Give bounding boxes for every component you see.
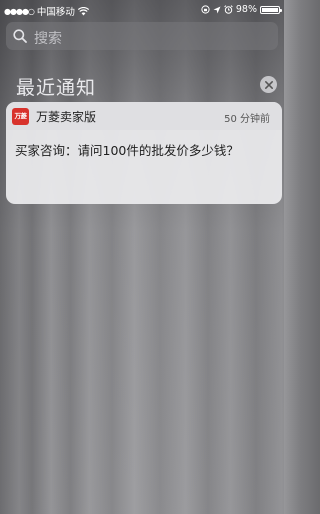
status-left: ●●●●○ 中国移动	[4, 4, 89, 18]
app-icon: 万菱	[12, 108, 29, 125]
battery-icon	[260, 5, 282, 14]
wifi-icon	[77, 6, 89, 15]
status-bar: ●●●●○ 中国移动 98%	[0, 0, 284, 20]
search-icon	[13, 29, 27, 43]
orientation-lock-icon	[201, 5, 210, 14]
clear-notifications-button[interactable]	[260, 76, 277, 93]
app-name: 万菱卖家版	[36, 110, 97, 124]
alarm-icon	[224, 5, 233, 14]
search-input[interactable]: 搜索	[6, 22, 278, 50]
battery-level	[262, 7, 278, 12]
section-title: 最近通知	[16, 77, 97, 99]
search-placeholder: 搜索	[34, 31, 62, 47]
status-right: 98%	[201, 4, 282, 15]
battery-percent: 98%	[235, 4, 257, 15]
notification-card[interactable]: 万菱 万菱卖家版 50 分钟前 买家咨询：请问100件的批发价多少钱？	[6, 102, 282, 204]
signal-strength: ●●●●○	[4, 6, 35, 16]
carrier-name: 中国移动	[36, 7, 75, 18]
notification-time: 50 分钟前	[224, 114, 270, 125]
notification-message: 买家咨询：请问100件的批发价多少钱？	[15, 143, 239, 158]
close-icon	[264, 80, 273, 89]
location-arrow-icon	[213, 6, 221, 13]
notification-header: 万菱 万菱卖家版 50 分钟前	[6, 102, 282, 130]
